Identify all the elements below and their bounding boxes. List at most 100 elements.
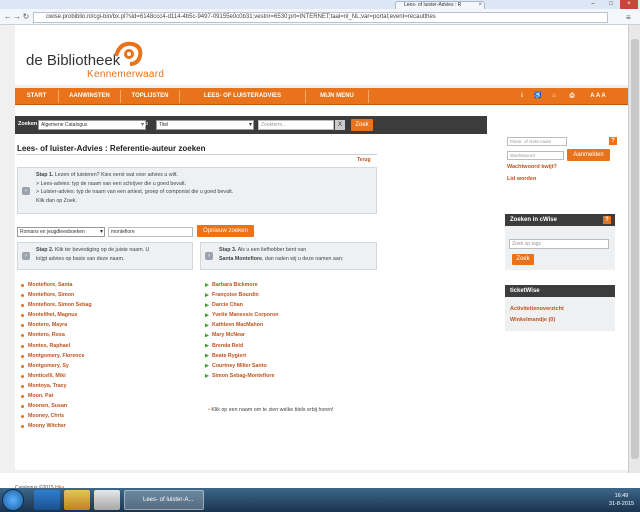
username-field[interactable]: Pasnr. of Gebr.naam [507, 137, 567, 146]
search-input[interactable]: Zoekterm... [258, 120, 334, 130]
text-size-icon[interactable]: A A A [585, 88, 611, 105]
ie-icon[interactable] [34, 490, 60, 510]
url-field[interactable]: cwise.probiblio.nl/cgi-bin/bx.pl?sid=614… [33, 12, 608, 23]
nav-lees-luisteradvies[interactable]: LEES- OF LUISTERADVIES [180, 88, 305, 105]
recommended-author-link[interactable]: Barbara Bickmore [204, 280, 374, 290]
logo-icon[interactable] [112, 38, 146, 68]
hint-row: • Klik op een naam om te zien welke tite… [208, 407, 334, 413]
recommended-author-link[interactable]: Françoise Bourdin [204, 290, 374, 300]
author-name-link[interactable]: Montoya, Tracy [20, 381, 190, 391]
step1-box: › Stap 1. Lezen of luisteren? Kies eerst… [17, 167, 377, 214]
recommended-author-link[interactable]: Brenda Reid [204, 341, 374, 351]
recommended-list: Barbara Bickmore Françoise Bourdin Darcie … [204, 280, 374, 381]
arrow-right-icon: › [22, 252, 30, 260]
author-name-link[interactable]: Montgomery, Sy [20, 361, 190, 371]
step3-text: Stap 3. Als u een liefhebber bent van Sa… [219, 246, 343, 263]
scrollbar-thumb[interactable] [631, 39, 639, 459]
nav-toplijsten[interactable]: TOPLIJSTEN [121, 88, 179, 105]
cart-link[interactable]: Winkelmandje (0) [510, 317, 555, 323]
recommended-author-link[interactable]: Mary McNear [204, 330, 374, 340]
recommended-author-link[interactable]: Beate Rygiert [204, 351, 374, 361]
nav-mijn-menu[interactable]: MIJN MENU [306, 88, 368, 105]
back-link[interactable]: Terug [357, 157, 371, 163]
browser-menu-icon[interactable]: ≡ [626, 13, 635, 22]
tag-search-button[interactable]: Zoek [512, 254, 534, 265]
step3-line1: Als u een liefhebber bent van [237, 247, 307, 253]
login-button[interactable]: Aanmelden [567, 149, 610, 161]
author-name-link[interactable]: Moony Witcher [20, 421, 190, 431]
start-button[interactable] [2, 489, 24, 511]
taskbar-task-label: Lees- of luister-A... [143, 497, 194, 503]
forgot-password-link[interactable]: Wachtwoord kwijt? [507, 164, 557, 170]
field-select[interactable]: Titel [156, 120, 254, 130]
reload-icon[interactable]: ↻ [21, 12, 31, 22]
recommended-author-link[interactable]: Simon Sebag-Montefiore [204, 371, 374, 381]
clock-time: 16:49 [614, 493, 629, 499]
minimize-icon[interactable]: – [584, 0, 602, 9]
step3-name: Santa Montefiore [219, 255, 262, 262]
home-icon[interactable]: ⌂ [547, 88, 561, 105]
nav-divider [368, 90, 369, 103]
advice-type-select[interactable]: Romans en jeugdleesboeken [17, 227, 105, 237]
help-icon[interactable]: ? [603, 216, 611, 224]
tab-title: Lees- of luister-Advies : R [404, 2, 462, 8]
author-name-link[interactable]: Mooney, Chris [20, 411, 190, 421]
bullet-icon: • [208, 407, 210, 413]
tab-close-icon[interactable]: × [478, 2, 482, 9]
scrollbar[interactable] [628, 25, 640, 473]
register-link[interactable]: Lid worden [507, 176, 536, 182]
author-name-link[interactable]: Montero, Mayra [20, 320, 190, 330]
author-name-link[interactable]: Montefiore, Simon Sebag [20, 300, 190, 310]
step2-box: › Stap 2. Klik ter bevestiging op de jui… [17, 242, 193, 270]
author-name-link[interactable]: Montgomery, Florence [20, 351, 190, 361]
author-input[interactable]: montefiore [108, 227, 193, 237]
taskbar: Lees- of luister-A... 16:49 31-8-2015 [0, 488, 640, 512]
logo-title[interactable]: de Bibliotheek [26, 52, 120, 69]
author-name-link[interactable]: Monticelli, Miki [20, 371, 190, 381]
recommended-author-link[interactable]: Kathleen MacMahon [204, 320, 374, 330]
logo-subtitle[interactable]: Kennemerwaard [87, 69, 164, 80]
system-clock[interactable]: 16:49 31-8-2015 [609, 492, 634, 508]
tag-search-input[interactable]: Zoek op tags [509, 239, 609, 249]
activities-link[interactable]: Activiteitenoverzicht [510, 306, 564, 312]
nav-aanwinsten[interactable]: AANWINSTEN [59, 88, 120, 105]
page-title: Lees- of luister-Advies : Referentie-aut… [17, 144, 206, 153]
cwise-panel-title: Zoeken in cWise [505, 214, 615, 226]
clear-search-button[interactable]: X [335, 120, 345, 130]
search-button[interactable]: Zoek [351, 119, 373, 131]
recommended-author-link[interactable]: Darcie Chan [204, 300, 374, 310]
info-icon[interactable]: i [515, 88, 529, 105]
step3-box: › Stap 3. Als u een liefhebber bent van … [200, 242, 377, 270]
author-name-link[interactable]: Montes, Raphael [20, 341, 190, 351]
author-name-link[interactable]: Monteilhet, Magnus [20, 310, 190, 320]
maximize-icon[interactable]: □ [602, 0, 620, 9]
author-name-link[interactable]: Montero, Rosa [20, 330, 190, 340]
hint-text: Klik op een naam om te zien welke titels… [211, 407, 334, 413]
help-icon[interactable]: ? [609, 137, 617, 145]
author-name-link[interactable]: Montefiore, Simon [20, 290, 190, 300]
recommended-author-link[interactable]: Courtney Miller Santo [204, 361, 374, 371]
step1-title: Stap 1. [36, 172, 54, 178]
print-icon[interactable]: ⎙ [565, 88, 579, 105]
arrow-right-icon: › [205, 252, 213, 260]
accessibility-icon[interactable]: ♿ [531, 88, 545, 105]
window-close-icon[interactable]: × [620, 0, 638, 9]
step2-line2: krijgt advies op basis van deze naam. [36, 255, 125, 262]
browser-tab[interactable]: Lees- of luister-Advies : R × [395, 1, 485, 9]
recommended-author-link[interactable]: Yvette Manessis Corporon [204, 310, 374, 320]
author-name-link[interactable]: Moon, Pat [20, 391, 190, 401]
password-field[interactable]: Wachtwoord [507, 151, 564, 160]
step2-title: Stap 2. [36, 247, 54, 253]
catalog-select[interactable]: Algemene Catalogus [38, 120, 146, 130]
step3-line2: , dan raden wij u deze namen aan: [261, 255, 344, 262]
media-player-icon[interactable] [94, 490, 120, 510]
search-again-button[interactable]: Opnieuw zoeken [197, 225, 254, 237]
author-name-link[interactable]: Moonen, Susan [20, 401, 190, 411]
step1-line4: Klik dan op Zoek. [36, 197, 77, 204]
step2-text: Stap 2. Klik ter bevestiging op de juist… [36, 246, 149, 263]
chrome-taskbar-button[interactable]: Lees- of luister-A... [124, 490, 204, 510]
author-name-link[interactable]: Montefiore, Santa [20, 280, 190, 290]
nav-start[interactable]: START [15, 88, 58, 105]
search-op-label: op [142, 121, 149, 127]
explorer-icon[interactable] [64, 490, 90, 510]
